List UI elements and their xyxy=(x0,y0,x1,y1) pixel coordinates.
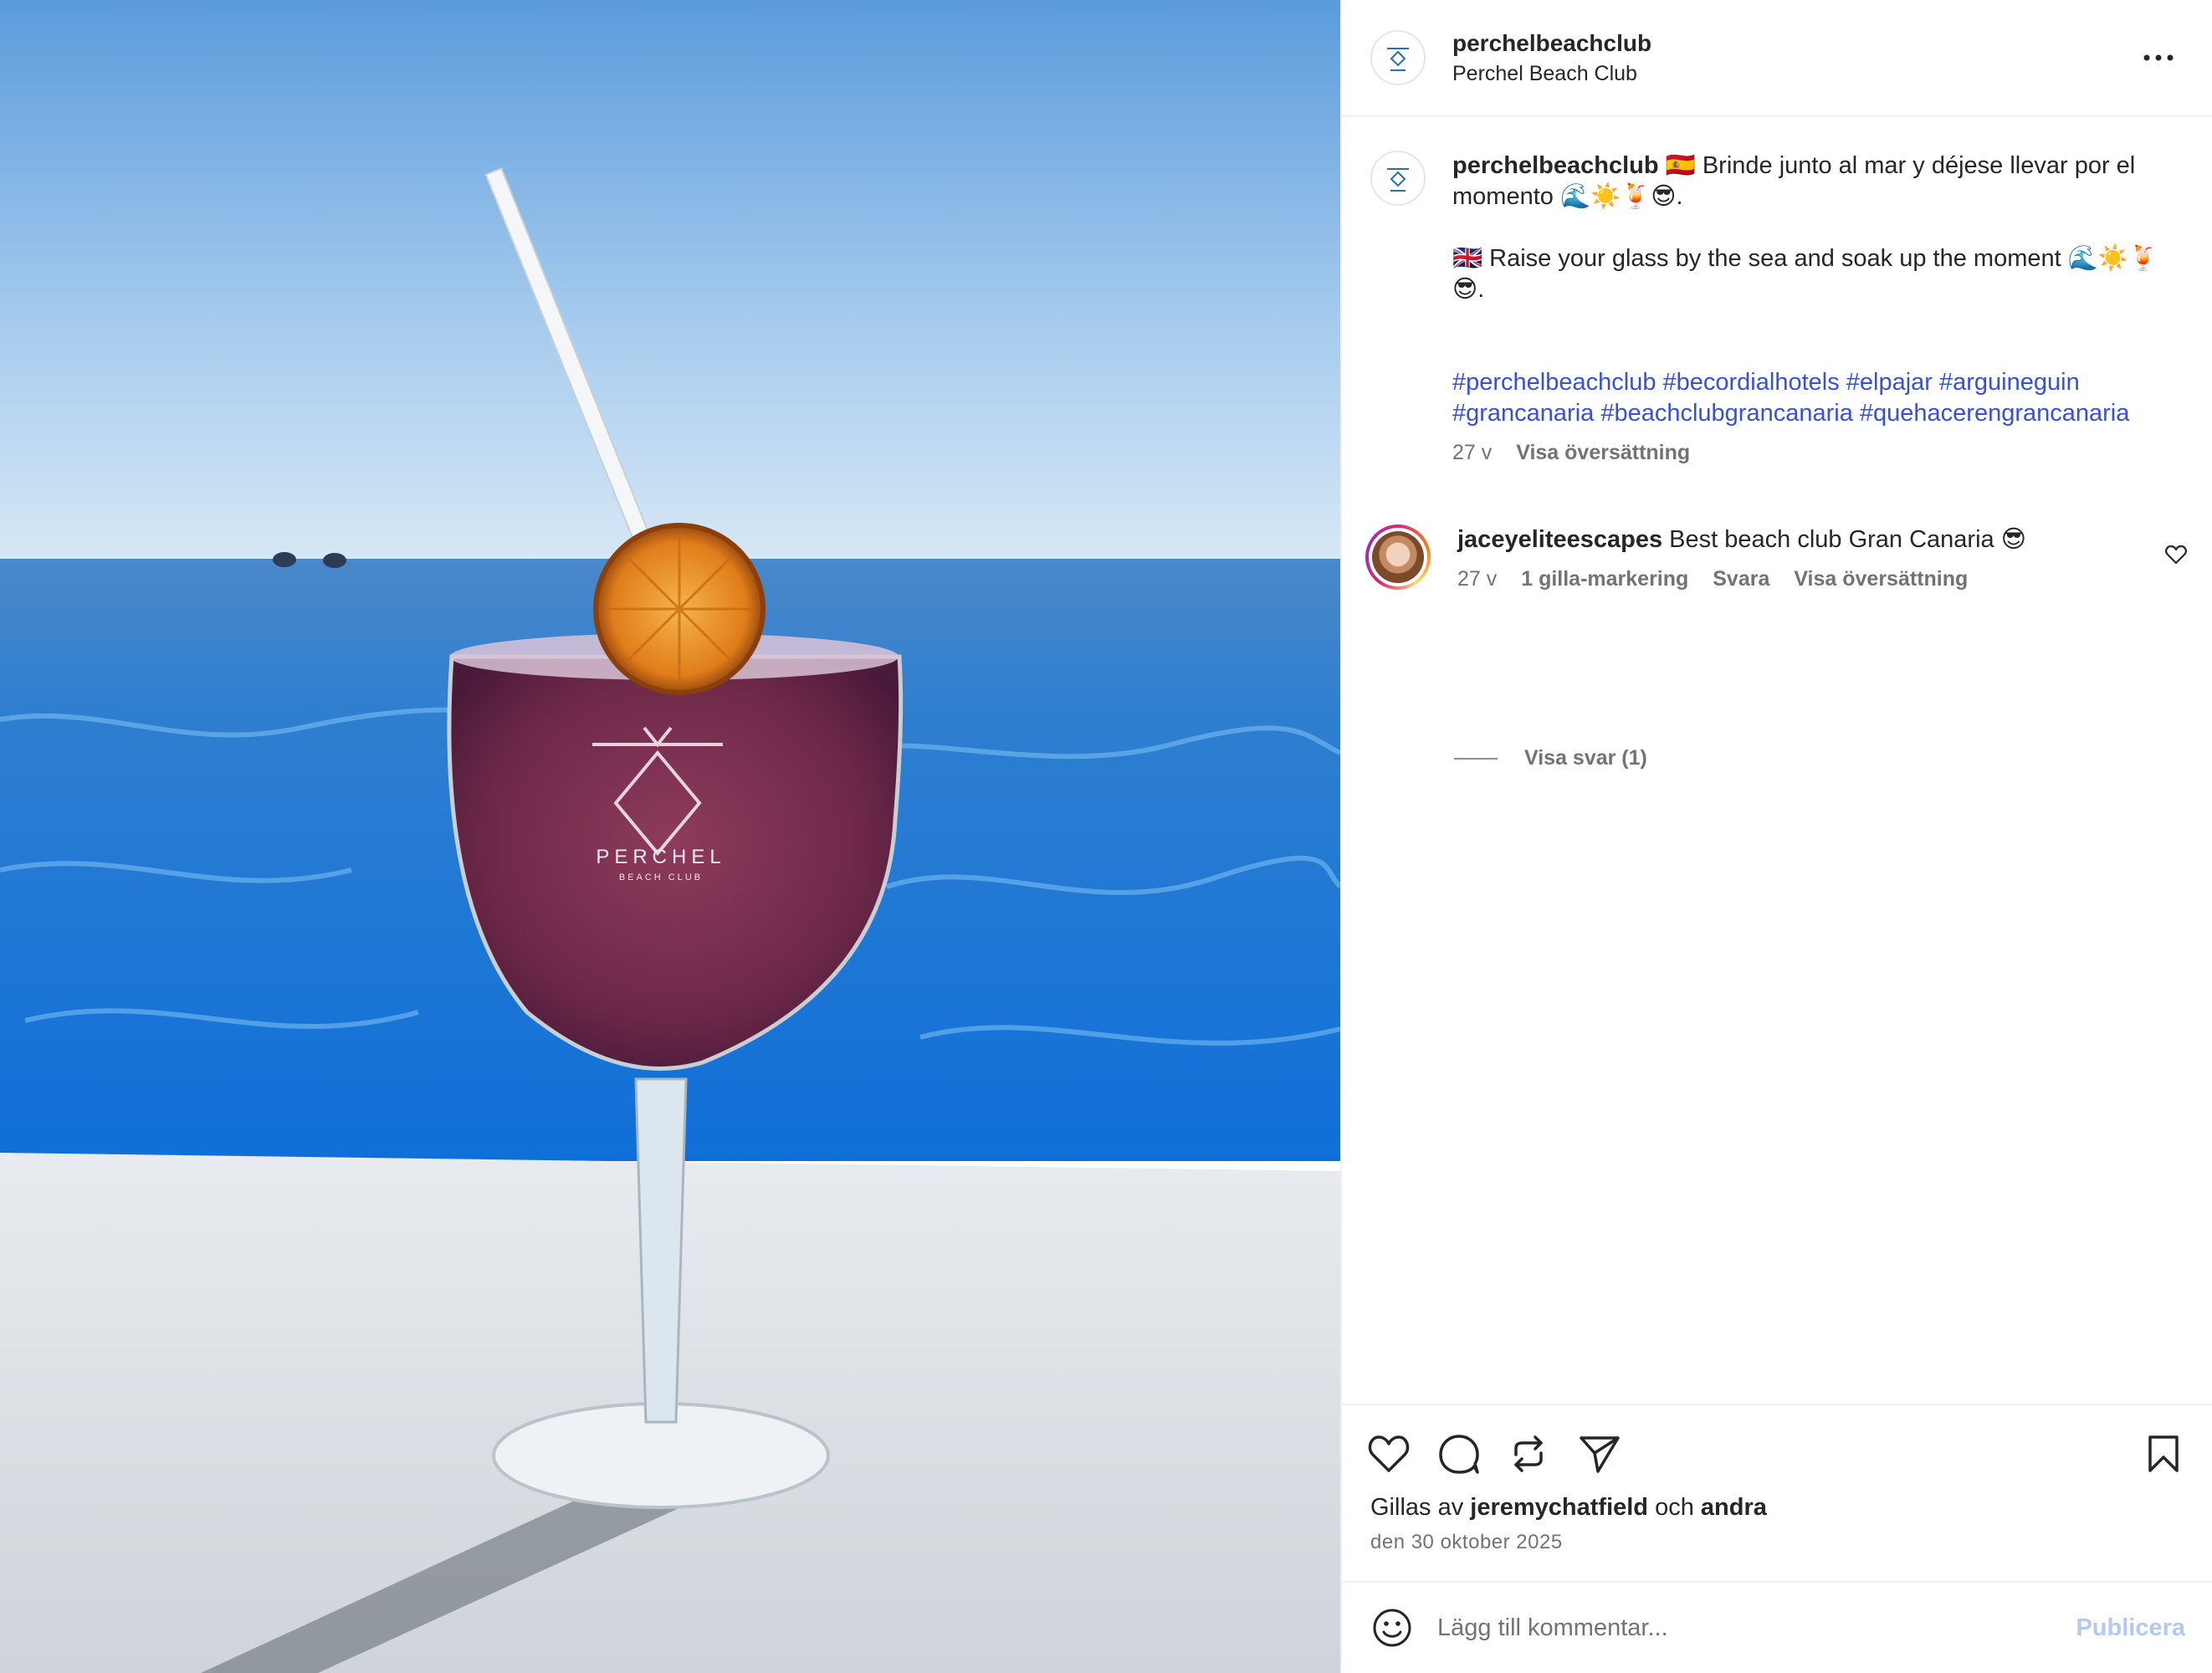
heart-icon xyxy=(2165,545,2187,565)
caption-avatar[interactable] xyxy=(1370,151,1426,206)
post-actions: Gillas av jeremychatfield och andra den … xyxy=(1342,1404,2212,1581)
account-avatar[interactable] xyxy=(1370,30,1426,85)
post-side-panel: perchelbeachclub Perchel Beach Club perc… xyxy=(1340,0,2212,1673)
view-replies-button[interactable]: Visa svar (1) xyxy=(1454,746,1647,770)
comment-reply-link[interactable]: Svara xyxy=(1713,567,1769,591)
header-username[interactable]: perchelbeachclub xyxy=(1452,30,1651,57)
perchel-logo-icon xyxy=(1387,168,1409,192)
caption-hashtags[interactable]: #perchelbeachclub #becordialhotels #elpa… xyxy=(1452,367,2170,429)
commenter-avatar[interactable] xyxy=(1365,524,1431,590)
instagram-post: PERCHEL BEACH CLUB perchelbeachclub Perc… xyxy=(0,0,2212,1673)
post-photo[interactable]: PERCHEL BEACH CLUB xyxy=(0,0,1340,1673)
caption-text-en: 🇬🇧 Raise your glass by the sea and soak … xyxy=(1452,245,2159,303)
comment-button[interactable] xyxy=(1437,1430,1508,1477)
post-date[interactable]: den 30 oktober 2025 xyxy=(1370,1531,1563,1554)
header-subtitle[interactable]: Perchel Beach Club xyxy=(1452,62,1651,86)
liked-by-user[interactable]: jeremychatfield xyxy=(1470,1494,1648,1521)
glass-sub-text: BEACH CLUB xyxy=(619,872,703,883)
more-options-button[interactable] xyxy=(2133,41,2184,74)
liked-by-joiner: och xyxy=(1655,1494,1694,1521)
share-icon xyxy=(1580,1436,1620,1473)
caption-time[interactable]: 27 v xyxy=(1452,441,1492,464)
perchel-logo-icon xyxy=(1387,48,1409,71)
account-names: perchelbeachclub Perchel Beach Club xyxy=(1452,30,1651,86)
caption-translate-link[interactable]: Visa översättning xyxy=(1516,441,1690,464)
repost-icon xyxy=(1514,1435,1543,1472)
comment-input[interactable] xyxy=(1436,1613,2060,1643)
comment-like-button[interactable] xyxy=(2165,545,2187,569)
comment-likes[interactable]: 1 gilla-markering xyxy=(1521,567,1688,591)
replies-divider xyxy=(1454,757,1498,760)
liked-by-prefix: Gillas av xyxy=(1370,1494,1464,1521)
commenter-photo xyxy=(1372,531,1424,583)
repost-button[interactable] xyxy=(1508,1430,1578,1477)
comments-section: perchelbeachclub 🇪🇸 Brinde junto al mar … xyxy=(1342,117,2212,1404)
view-replies-label: Visa svar (1) xyxy=(1524,746,1647,770)
liked-by-others[interactable]: andra xyxy=(1701,1494,1767,1521)
comment-translate-link[interactable]: Visa översättning xyxy=(1794,567,1968,591)
publish-button[interactable]: Publicera xyxy=(2076,1614,2185,1642)
post-header: perchelbeachclub Perchel Beach Club xyxy=(1342,0,2212,117)
caption-meta: 27 v Visa översättning xyxy=(1452,437,2170,468)
emoji-button[interactable] xyxy=(1369,1604,1416,1651)
bookmark-icon xyxy=(2148,1435,2179,1472)
comment-item: jaceyeliteescapes Best beach club Gran C… xyxy=(1365,524,2187,595)
like-button[interactable] xyxy=(1367,1430,1437,1477)
action-icons xyxy=(1367,1430,1648,1477)
more-horizontal-icon xyxy=(2143,54,2174,61)
caption-body: perchelbeachclub 🇪🇸 Brinde junto al mar … xyxy=(1452,151,2170,468)
cocktail-photo: PERCHEL BEACH CLUB xyxy=(0,0,1340,1673)
comment-text: Best beach club Gran Canaria 😎 xyxy=(1669,526,2026,553)
comment-username[interactable]: jaceyeliteescapes xyxy=(1457,526,1662,553)
share-button[interactable] xyxy=(1578,1430,1648,1477)
post-caption: perchelbeachclub 🇪🇸 Brinde junto al mar … xyxy=(1370,151,2170,468)
comment-icon xyxy=(1439,1435,1479,1474)
caption-username[interactable]: perchelbeachclub xyxy=(1452,152,1659,179)
comment-meta: 27 v 1 gilla-markering Svara Visa översä… xyxy=(1457,564,2187,595)
glass-brand-text: PERCHEL xyxy=(596,846,725,868)
liked-by: Gillas av jeremychatfield och andra xyxy=(1370,1494,1767,1522)
emoji-smile-icon xyxy=(1373,1609,1411,1647)
heart-icon xyxy=(1368,1435,1410,1472)
save-button[interactable] xyxy=(2140,1430,2187,1477)
comment-body: jaceyeliteescapes Best beach club Gran C… xyxy=(1457,524,2187,595)
comment-time[interactable]: 27 v xyxy=(1457,567,1497,591)
add-comment-bar: Publicera xyxy=(1342,1581,2212,1673)
